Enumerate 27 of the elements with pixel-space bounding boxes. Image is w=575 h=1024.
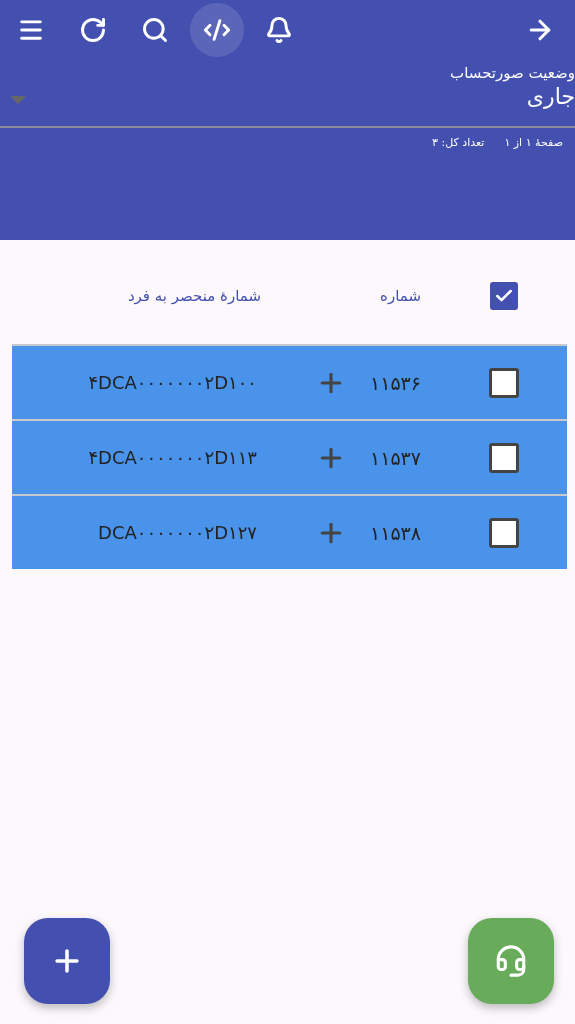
add-button[interactable] [24, 918, 110, 1004]
page-indicator: صفحهٔ ۱ از ۱ [504, 136, 563, 149]
unique-id-cell-text: DCA۰۰۰۰۰۰۰۲D۱۲۷ [97, 522, 258, 543]
caret-icon [10, 96, 26, 104]
row-checkbox[interactable] [489, 517, 519, 548]
total-count: تعداد کل: ۳ [432, 136, 485, 149]
dropdown-value: جاری [526, 84, 575, 109]
status-dropdown[interactable]: وضعیت صورتحساب جاری [0, 64, 575, 128]
unique-id-cell-text: ۴DCA۰۰۰۰۰۰۰۲D۱۱۳ [87, 447, 258, 468]
support-button[interactable] [468, 918, 554, 1004]
unique-id-cell-text: ۴DCA۰۰۰۰۰۰۰۲D۱۰۰ [87, 372, 258, 393]
row-checkbox[interactable] [489, 367, 519, 398]
refresh-icon [79, 16, 107, 44]
column-header: شمارهٔ منحصر به فرد [126, 287, 261, 305]
headset-icon [494, 944, 528, 978]
table-row[interactable]: ۱۱۵۳۶ ۴DCA۰۰۰۰۰۰۰۲D۱۰۰ [12, 344, 567, 419]
column-header: شماره [380, 287, 421, 305]
number-cell: ۱۱۵۳۷ [369, 446, 421, 469]
table-row[interactable]: ۱۱۵۳۸ DCA۰۰۰۰۰۰۰۲D۱۲۷ [12, 494, 567, 569]
search-icon [141, 16, 169, 44]
select-all-checkbox[interactable] [490, 282, 518, 310]
number-cell: ۱۱۵۳۸ [369, 521, 421, 544]
row-checkbox[interactable] [489, 442, 519, 473]
table-row[interactable]: ۱۱۵۳۷ ۴DCA۰۰۰۰۰۰۰۲D۱۱۳ [12, 419, 567, 494]
number-cell: ۱۱۵۳۶ [369, 371, 421, 394]
bell-icon [265, 16, 293, 44]
dropdown-label: وضعیت صورتحساب [450, 64, 575, 82]
